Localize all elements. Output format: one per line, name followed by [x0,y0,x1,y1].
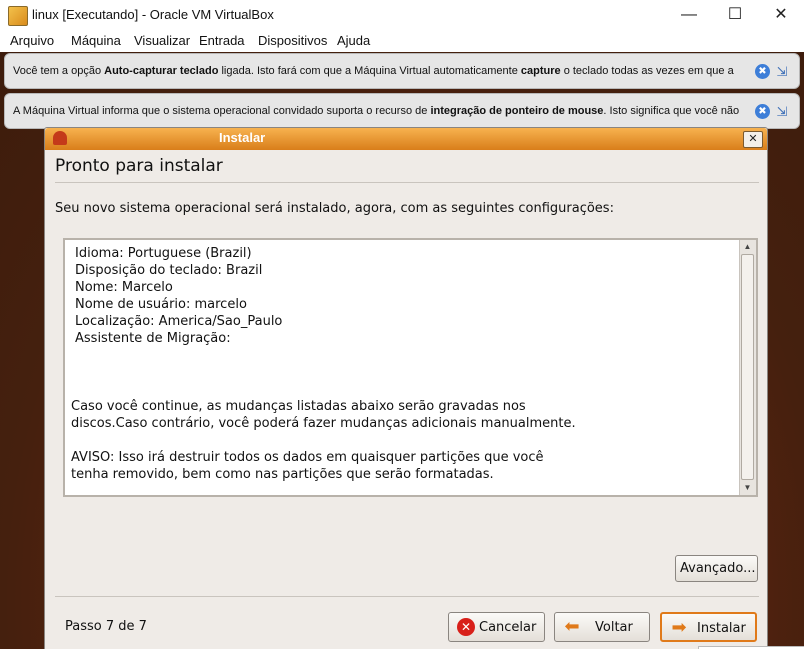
menu-entrada[interactable]: Entrada [199,33,245,48]
summary-line: Localização: America/Sao_Paulo [75,314,283,329]
advanced-button[interactable]: Avançado... [675,555,758,582]
cancel-icon: ✕ [457,618,475,636]
guest-desktop: Você tem a opção Auto-capturar teclado l… [0,52,804,649]
cancel-button[interactable]: ✕ Cancelar [448,612,545,642]
notice-text: A Máquina Virtual informa que o sistema … [13,105,740,117]
title-bar: linux [Executando] - Oracle VM VirtualBo… [0,0,804,30]
scrollbar-thumb[interactable] [741,254,754,480]
dialog-close-button[interactable]: ✕ [743,131,763,148]
close-notice-icon[interactable]: ✖ [755,64,770,79]
menu-arquivo[interactable]: Arquivo [10,33,54,48]
install-dialog: Instalar ✕ Pronto para instalar Seu novo… [44,127,768,649]
page-heading: Pronto para instalar [55,156,223,176]
scroll-up-arrow-icon[interactable]: ▲ [741,241,754,253]
menu-dispositivos[interactable]: Dispositivos [258,33,327,48]
divider [55,596,759,597]
installer-icon [53,131,67,145]
minimize-button[interactable]: — [666,0,712,30]
arrow-right-icon: ➡ [671,617,687,638]
cancel-button-label: Cancelar [479,620,537,635]
divider [55,182,759,183]
dialog-title: Instalar [219,130,266,145]
close-button[interactable]: ✕ [758,0,804,30]
summary-line: Caso você continue, as mudanças listadas… [71,399,526,414]
summary-line: Idioma: Portuguese (Brazil) [75,246,252,261]
advanced-button-label: Avançado... [680,561,756,576]
suppress-notice-icon[interactable]: ⇲ [774,104,790,120]
virtualbox-app-icon [8,6,28,26]
back-button[interactable]: ⬅ Voltar [554,612,650,642]
summary-text-area[interactable]: Idioma: Portuguese (Brazil) Disposição d… [63,238,758,497]
scrollbar[interactable]: ▲ ▼ [739,240,756,495]
summary-line: Nome de usuário: marcelo [75,297,247,312]
dialog-title-bar: Instalar ✕ [45,128,767,150]
notice-text: Você tem a opção Auto-capturar teclado l… [13,65,734,77]
virtualbox-window: linux [Executando] - Oracle VM VirtualBo… [0,0,804,649]
intro-text: Seu novo sistema operacional será instal… [55,201,614,216]
install-button-label: Instalar [697,621,746,636]
arrow-left-icon: ⬅ [564,616,580,637]
suppress-notice-icon[interactable]: ⇲ [774,64,790,80]
back-button-label: Voltar [595,620,633,635]
keyboard-capture-notice: Você tem a opção Auto-capturar teclado l… [4,53,800,89]
menu-visualizar[interactable]: Visualizar [134,33,190,48]
summary-line: Nome: Marcelo [75,280,173,295]
summary-line: Disposição do teclado: Brazil [75,263,263,278]
summary-line: tenha removido, bem como nas partições q… [71,467,494,482]
menu-bar: Arquivo Máquina Visualizar Entrada Dispo… [0,30,804,52]
menu-maquina[interactable]: Máquina [71,33,121,48]
mouse-integration-notice: A Máquina Virtual informa que o sistema … [4,93,800,129]
scroll-down-arrow-icon[interactable]: ▼ [741,482,754,494]
summary-line: discos.Caso contrário, você poderá fazer… [71,416,576,431]
summary-line: AVISO: Isso irá destruir todos os dados … [71,450,544,465]
close-notice-icon[interactable]: ✖ [755,104,770,119]
window-title: linux [Executando] - Oracle VM VirtualBo… [32,7,274,22]
step-indicator: Passo 7 de 7 [65,619,147,634]
menu-ajuda[interactable]: Ajuda [337,33,370,48]
install-button[interactable]: ➡ Instalar [660,612,757,642]
summary-line: Assistente de Migração: [75,331,231,346]
maximize-button[interactable]: ☐ [712,0,758,30]
